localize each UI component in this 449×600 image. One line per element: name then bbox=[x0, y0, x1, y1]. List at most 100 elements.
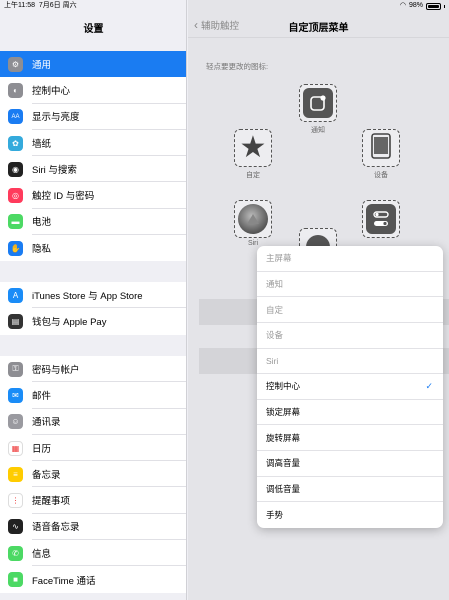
menu-slot-device[interactable] bbox=[362, 129, 400, 167]
sidebar-item[interactable]: ⋮ 提醒事项 bbox=[0, 487, 186, 514]
sidebar-item[interactable]: ◎ 触控 ID 与密码 bbox=[0, 182, 186, 209]
notes-icon: ≡ bbox=[8, 466, 23, 482]
popover-option[interactable]: 控制中心 ✓ bbox=[257, 374, 443, 400]
popover-option: 通知 bbox=[257, 272, 443, 298]
sidebar-item[interactable]: ✉ 邮件 bbox=[0, 382, 186, 409]
facetime-icon: ■ bbox=[8, 572, 23, 588]
sidebar-item[interactable]: ▤ 钱包与 Apple Pay bbox=[0, 308, 186, 334]
sidebar-item[interactable]: ∿ 语音备忘录 bbox=[0, 514, 186, 541]
sidebar-item[interactable]: ≡ 备忘录 bbox=[0, 461, 186, 488]
sidebar-item[interactable]: ▬ 电池 bbox=[0, 209, 186, 236]
popover-option-label: 手势 bbox=[266, 510, 284, 521]
sidebar-item-label: FaceTime 通话 bbox=[32, 575, 96, 587]
menu-slot-notification[interactable] bbox=[299, 84, 337, 122]
siri-icon bbox=[238, 204, 268, 234]
sidebar-group-general: ⚙ 通用 ◐ 控制中心 AA 显示与亮度 ✿ 墙纸 ◉ Siri 与搜索 ◎ 触控 ID 与密码 ▬ 电池… bbox=[0, 51, 186, 262]
contacts-icon: ☺ bbox=[8, 414, 23, 430]
nav-bar: ‹ 辅助触控 自定顶层菜单 bbox=[188, 14, 449, 38]
sidebar-item-label: iTunes Store 与 App Store bbox=[32, 282, 186, 309]
popover-option[interactable]: 旋转屏幕 bbox=[257, 425, 443, 451]
sidebar-group-store: AiTunes Store 与 App Store ▤ 钱包与 Apple Pay bbox=[0, 282, 186, 335]
battery-icon: ▬ bbox=[8, 214, 23, 230]
sidebar-item[interactable]: ✆ 信息 bbox=[0, 540, 186, 567]
checkmark-icon: ✓ bbox=[425, 380, 433, 391]
status-date: 7月6日 周六 bbox=[38, 2, 77, 9]
popover-option-label: 设备 bbox=[266, 330, 284, 341]
wallet-icon: ▤ bbox=[8, 313, 23, 329]
sidebar-item-label: 备忘录 bbox=[32, 461, 186, 488]
sidebar-item-label: 触控 ID 与密码 bbox=[32, 182, 186, 209]
calendar-icon: ▦ bbox=[8, 440, 23, 456]
slot-label-custom: 自定 bbox=[246, 172, 260, 179]
popover-option: 主屏幕 bbox=[257, 246, 443, 272]
flower-icon: ✿ bbox=[8, 135, 23, 151]
sidebar-item-label: 语音备忘录 bbox=[32, 514, 186, 541]
sidebar-item-label: 控制中心 bbox=[32, 77, 186, 104]
status-time-date: 上午11:58 7月6日 周六 bbox=[4, 0, 77, 12]
sidebar-item[interactable]: ✋ 隐私 bbox=[0, 235, 186, 261]
sidebar-item-label: 通用 bbox=[32, 60, 52, 72]
popover-option: 设备 bbox=[257, 323, 443, 349]
action-picker-popover: 主屏幕通知自定设备 Siri 控制中心 ✓ 锁定屏幕旋转屏幕调高音量调低音量手势 bbox=[257, 246, 443, 528]
sidebar-item-label: Siri 与搜索 bbox=[32, 156, 186, 183]
messages-icon: ✆ bbox=[8, 545, 23, 561]
popover-option-label: 自定 bbox=[266, 304, 284, 315]
sidebar-item-label: 提醒事项 bbox=[32, 487, 186, 514]
popover-option-label: 调低音量 bbox=[266, 483, 301, 494]
status-right: ◠ 98% bbox=[400, 0, 445, 12]
popover-option-label: 调高音量 bbox=[266, 458, 301, 469]
popover-option[interactable]: 手势 bbox=[257, 502, 443, 528]
sidebar-item[interactable]: ■ FaceTime 通话 bbox=[0, 566, 186, 592]
sidebar-item-label: 显示与亮度 bbox=[32, 104, 186, 130]
sidebar-item-label: 墙纸 bbox=[32, 130, 186, 157]
popover-option[interactable]: 锁定屏幕 bbox=[257, 400, 443, 426]
sidebar-item-label: 邮件 bbox=[32, 382, 186, 409]
star-icon: ★ bbox=[239, 131, 267, 164]
popover-option[interactable]: 调高音量 bbox=[257, 451, 443, 477]
menu-slot-siri[interactable] bbox=[234, 200, 272, 238]
battery-icon bbox=[426, 2, 441, 10]
sidebar-group-apps: ⚿ 密码与帐户 ✉ 邮件 ☺ 通讯录 ▦ 日历 ≡ 备忘录 ⋮ 提醒事项 ∿ 语音备忘录 ✆ 信息 ■ FaceT… bbox=[0, 356, 186, 593]
appstore-icon: A bbox=[8, 287, 23, 303]
popover-option-label: 主屏幕 bbox=[266, 253, 292, 264]
sidebar-item[interactable]: ✿ 墙纸 bbox=[0, 130, 186, 157]
sidebar-item-label: 电池 bbox=[32, 209, 186, 236]
sidebar-item-label: 钱包与 Apple Pay bbox=[32, 317, 107, 329]
sidebar-item[interactable]: ⚿ 密码与帐户 bbox=[0, 356, 186, 383]
hand-icon: ✋ bbox=[8, 240, 23, 256]
popover-option-label: 通知 bbox=[266, 278, 284, 289]
sidebar-item[interactable]: ◐ 控制中心 bbox=[0, 77, 186, 104]
sidebar-item[interactable]: AA 显示与亮度 bbox=[0, 104, 186, 130]
sidebar-item-label: 信息 bbox=[32, 540, 186, 567]
sidebar-item[interactable]: ⚙ 通用 bbox=[0, 51, 186, 78]
instruction-text: 轻点要更改的图标: bbox=[206, 62, 269, 71]
sidebar-item[interactable]: AiTunes Store 与 App Store bbox=[0, 282, 186, 309]
popover-option[interactable]: 调低音量 bbox=[257, 477, 443, 503]
aa-icon: AA bbox=[8, 109, 23, 125]
popover-option: 自定 bbox=[257, 297, 443, 323]
popover-option: Siri bbox=[257, 349, 443, 375]
sidebar-item[interactable]: ▦ 日历 bbox=[0, 435, 186, 462]
fingerprint-icon: ◎ bbox=[8, 188, 23, 204]
sidebar-item-label: 密码与帐户 bbox=[32, 356, 186, 383]
sidebar-item-label: 通讯录 bbox=[32, 409, 186, 435]
sidebar-title: 设置 bbox=[83, 24, 104, 35]
sidebar-item[interactable]: ☺ 通讯录 bbox=[0, 409, 186, 435]
menu-slot-control-center[interactable] bbox=[362, 200, 400, 238]
menu-slot-custom[interactable]: ★ bbox=[234, 129, 272, 167]
status-bar: 上午11:58 7月6日 周六 ◠ 98% bbox=[0, 0, 449, 12]
sidebar-item[interactable]: ◉ Siri 与搜索 bbox=[0, 156, 186, 183]
popover-option-label: 锁定屏幕 bbox=[266, 407, 301, 418]
switches-icon: ◐ bbox=[8, 82, 23, 98]
battery-percent: 98% bbox=[408, 2, 423, 9]
gear-icon: ⚙ bbox=[8, 56, 23, 72]
popover-option-label: Siri bbox=[266, 355, 279, 366]
sidebar-item-label: 日历 bbox=[32, 435, 186, 462]
page-title: 自定顶层菜单 bbox=[288, 23, 349, 34]
notification-icon bbox=[303, 88, 333, 118]
siri-icon: ◉ bbox=[8, 161, 23, 177]
voice-memo-icon: ∿ bbox=[8, 519, 23, 535]
key-icon: ⚿ bbox=[8, 361, 23, 377]
mail-icon: ✉ bbox=[8, 387, 23, 403]
status-time: 上午11:58 bbox=[4, 2, 35, 9]
